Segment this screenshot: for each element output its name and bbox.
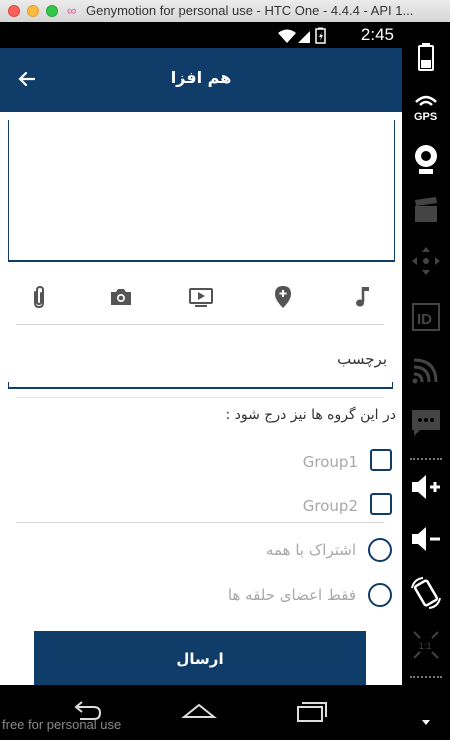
group-checkbox-row[interactable]: Group1 [16, 449, 394, 477]
android-nav-bar: free for personal use [0, 685, 402, 740]
chevron-down-icon[interactable] [408, 712, 444, 732]
status-bar: 2:45 [0, 22, 402, 48]
post-text-input[interactable] [8, 120, 395, 262]
dpad-icon[interactable] [408, 244, 444, 278]
share-all-radio[interactable] [368, 538, 392, 562]
gps-icon[interactable]: GPS [408, 90, 444, 124]
rotate-icon[interactable] [408, 576, 444, 610]
watermark-text: free for personal use [2, 717, 122, 732]
audience-label: فقط اعضای حلقه ها [227, 586, 356, 604]
window-titlebar: ∞ Genymotion for personal use - HTC One … [0, 0, 450, 23]
webcam-icon[interactable] [408, 142, 444, 176]
device-screen: 2:45 هم افزا برچسب در این گروه ها نیز در… [0, 22, 402, 740]
pixel-perfect-icon[interactable]: 1:1 [408, 628, 444, 662]
genymotion-logo-icon: ∞ [67, 3, 77, 18]
home-nav-icon[interactable] [180, 699, 218, 725]
sms-icon[interactable] [408, 406, 444, 440]
status-time: 2:45 [360, 25, 394, 44]
group-label: Group2 [302, 497, 358, 515]
window-title: Genymotion for personal use - HTC One - … [86, 3, 414, 18]
location-pin-icon[interactable] [270, 284, 296, 310]
send-button[interactable]: ارسال [34, 631, 366, 687]
svg-text:GPS: GPS [414, 111, 437, 123]
video-icon[interactable] [188, 284, 214, 310]
battery-widget-icon[interactable] [408, 40, 444, 74]
signal-icon [298, 31, 310, 43]
input-edge [8, 382, 9, 389]
input-edge [392, 382, 393, 389]
audience-radio-row[interactable]: فقط اعضای حلقه ها [16, 583, 394, 613]
music-note-icon[interactable] [350, 284, 376, 310]
svg-text:ID: ID [417, 311, 432, 328]
circle-members-radio[interactable] [368, 583, 392, 607]
groups-heading: در این گروه ها نیز درج شود : [225, 407, 396, 423]
post-text-area-surface[interactable] [9, 120, 394, 260]
tag-input[interactable]: برچسب [8, 347, 393, 389]
volume-up-icon[interactable] [408, 470, 444, 504]
device-id-icon[interactable]: ID [408, 300, 444, 334]
zoom-window-button[interactable] [46, 5, 58, 17]
status-icons [276, 27, 338, 49]
tag-label: برچسب [337, 350, 387, 368]
camera-icon[interactable] [108, 284, 134, 310]
divider [16, 324, 384, 325]
wifi-icon [278, 29, 296, 43]
group-checkbox-row[interactable]: Group2 [16, 493, 394, 521]
battery-icon [315, 27, 326, 44]
group2-checkbox[interactable] [370, 493, 392, 515]
divider [16, 522, 384, 523]
close-window-button[interactable] [8, 5, 20, 17]
recents-nav-icon[interactable] [292, 699, 330, 725]
audience-label: اشتراک با همه [265, 541, 356, 559]
svg-text:1:1: 1:1 [419, 641, 432, 651]
emulator-toolbar: GPS ID 1:1 [402, 22, 450, 740]
attach-icon[interactable] [26, 284, 52, 310]
app-bar: هم افزا [0, 48, 402, 112]
toolbar-separator [410, 458, 442, 463]
audience-radio-row[interactable]: اشتراک با همه [16, 538, 394, 568]
group-label: Group1 [302, 453, 358, 471]
divider [16, 397, 384, 398]
minimize-window-button[interactable] [27, 5, 39, 17]
group1-checkbox[interactable] [370, 449, 392, 471]
app-title: هم افزا [170, 68, 232, 87]
screencast-icon[interactable] [408, 194, 444, 228]
volume-down-icon[interactable] [408, 522, 444, 556]
attachment-toolbar [16, 284, 386, 316]
toolbar-separator [410, 676, 442, 681]
network-icon[interactable] [408, 352, 444, 386]
